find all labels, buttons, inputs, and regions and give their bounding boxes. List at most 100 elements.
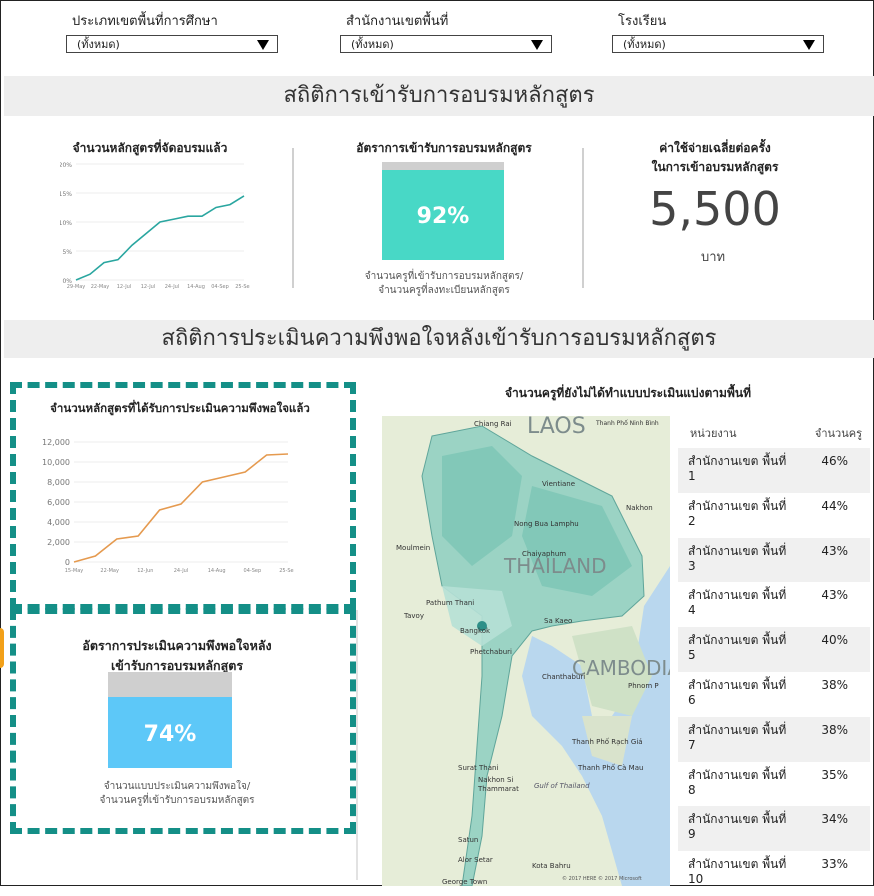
- table-cell-count: 43%: [821, 588, 848, 603]
- kpi-cost-title-line2: ในการเข้าอบรมหลักสูตร: [651, 160, 779, 174]
- table-cell-unit: สำนักงานเขต พื้นที่ 5: [688, 633, 787, 663]
- map-labels: Chiang Rai LAOS Thanh Phố Ninh Bình Vien…: [382, 416, 670, 886]
- series-line: [73, 453, 289, 563]
- filter-office-label: สำนักงานเขตพื้นที่: [346, 14, 449, 29]
- map-label: Tavoy: [404, 612, 424, 620]
- filter-office-select[interactable]: (ทั้งหมด): [340, 35, 552, 53]
- table-row[interactable]: สำนักงานเขต พื้นที่ 10 33%: [678, 851, 870, 896]
- y-tick-label: 12,000: [42, 438, 70, 447]
- attendance-gauge: 92%: [382, 162, 504, 260]
- map-label: THAILAND: [504, 554, 607, 578]
- y-tick-label: 10,000: [42, 458, 70, 467]
- y-tick-label: 10%: [60, 220, 72, 227]
- table-header-count: จำนวนครู: [814, 427, 862, 440]
- filter-office: สำนักงานเขตพื้นที่ (ทั้งหมด): [340, 10, 552, 53]
- satisfaction-note-line2: จำนวนครูที่เข้ารับการอบรมหลักสูตร: [99, 795, 255, 806]
- map-label: Nakhon Si Thammarat: [478, 776, 519, 793]
- map-label: Phetchaburi: [470, 648, 512, 656]
- satisfaction-note-line1: จำนวนแบบประเมินความพึงพอใจ/: [103, 781, 251, 792]
- kpi-cost-value: 5,500: [649, 182, 781, 236]
- table-row[interactable]: สำนักงานเขต พื้นที่ 3 43%: [678, 537, 870, 583]
- map-label: Kota Bahru: [532, 862, 571, 870]
- attendance-rate-value: 92%: [416, 204, 470, 229]
- attendance-note-line1: จำนวนครูที่เข้ารับการอบรมหลักสูตร/: [364, 271, 524, 282]
- section-title-satisfaction: สถิติการประเมินความพึงพอใจหลังเข้ารับการ…: [4, 320, 874, 358]
- table-row[interactable]: สำนักงานเขต พื้นที่ 1 46%: [678, 448, 870, 493]
- x-tick-label: 12-Jun: [137, 568, 153, 574]
- filter-area-type-select[interactable]: (ทั้งหมด): [66, 35, 278, 53]
- x-tick-label: 24-Jul: [165, 284, 179, 290]
- map-label: Bangkok: [460, 627, 491, 635]
- map-label: Nakhon: [626, 504, 653, 512]
- map-label: Thanh Phố Ninh Bình: [596, 420, 659, 427]
- map-label: CAMBODIA: [572, 656, 670, 680]
- table-cell-count: 34%: [821, 812, 848, 827]
- x-tick-label: 14-Aug: [208, 568, 226, 574]
- table-row[interactable]: สำนักงานเขต พื้นที่ 6 38%: [678, 672, 870, 717]
- table-row[interactable]: สำนักงานเขต พื้นที่ 5 40%: [678, 627, 870, 672]
- map-label: Thanh Phố Rạch Giá: [572, 738, 643, 746]
- table-cell-unit: สำนักงานเขต พื้นที่ 3: [688, 543, 787, 573]
- table-header-unit: หน่วยงาน: [690, 427, 737, 440]
- filter-school-select[interactable]: (ทั้งหมด): [612, 35, 824, 53]
- map-label: Gulf of Thailand: [534, 782, 590, 790]
- filter-area-type-value: (ทั้งหมด): [77, 38, 120, 51]
- kpi-cost-title: ค่าใช้จ่ายเฉลี่ยต่อครั้ง ในการเข้าอบรมหล…: [610, 139, 820, 177]
- table-row[interactable]: สำนักงานเขต พื้นที่ 9 34%: [678, 806, 870, 852]
- table-body: สำนักงานเขต พื้นที่ 1 46% สำนักงานเขต พื้น…: [678, 448, 870, 896]
- y-tick-label: 20%: [60, 162, 72, 169]
- kpi-cost-title-line1: ค่าใช้จ่ายเฉลี่ยต่อครั้ง: [659, 141, 771, 155]
- evaluated-line-chart: 12,000 10,000 8,000 6,000 4,000 2,000 015-May 2…: [42, 438, 294, 574]
- divider: [582, 148, 584, 288]
- table-row[interactable]: สำนักงานเขต พื้นที่ 2 44%: [678, 493, 870, 538]
- y-tick-label: 4,000: [47, 518, 70, 527]
- area-table: หน่วยงาน จำนวนครู สำนักงานเขต พื้นที่ 1 4…: [678, 412, 870, 896]
- table-cell-unit: สำนักงานเขต พื้นที่ 1: [688, 454, 787, 483]
- x-tick-label: 12-Jul: [141, 284, 155, 290]
- x-tick-label: 25-Sep: [235, 284, 250, 290]
- dropdown-arrow-icon: [257, 40, 269, 50]
- map-label: Chiang Rai: [474, 420, 512, 428]
- dropdown-arrow-icon: [803, 40, 815, 50]
- filter-office-value: (ทั้งหมด): [351, 38, 394, 51]
- map-label: Surat Thani: [458, 764, 499, 772]
- table-row[interactable]: สำนักงานเขต พื้นที่ 8 35%: [678, 762, 870, 807]
- map-label: Sa Kaeo: [544, 617, 573, 625]
- x-tick-label: 15-May: [65, 568, 84, 574]
- section-title-training: สถิติการเข้ารับการอบรมหลักสูตร: [4, 76, 874, 116]
- table-cell-count: 33%: [821, 857, 848, 872]
- satisfaction-note: จำนวนแบบประเมินความพึงพอใจ/ จำนวนครูที่เ…: [36, 780, 318, 808]
- map-label: Chanthaburi: [542, 673, 586, 681]
- map-title: จำนวนครูที่ยังไม่ได้ทำแบบประเมินแบ่งตามพ…: [505, 386, 751, 400]
- divider: [356, 610, 358, 880]
- scroll-indicator[interactable]: [0, 628, 4, 668]
- map-label: Alor Setar: [458, 856, 493, 864]
- dropdown-arrow-icon: [531, 40, 543, 50]
- kpi-attendance-title: อัตราการเข้ารับการอบรมหลักสูตร: [356, 141, 532, 155]
- table-cell-unit: สำนักงานเขต พื้นที่ 9: [688, 812, 787, 842]
- thailand-map[interactable]: Chiang Rai LAOS Thanh Phố Ninh Bình Vien…: [382, 416, 670, 886]
- filter-school: โรงเรียน (ทั้งหมด): [612, 10, 824, 53]
- table-cell-unit: สำนักงานเขต พื้นที่ 10: [688, 857, 787, 887]
- satisfaction-rate-value: 74%: [143, 722, 197, 747]
- table-row[interactable]: สำนักงานเขต พื้นที่ 4 43%: [678, 582, 870, 627]
- table-cell-unit: สำนักงานเขต พื้นที่ 4: [688, 588, 787, 618]
- filter-area-type: ประเภทเขตพื้นที่การศึกษา (ทั้งหมด): [66, 10, 278, 53]
- table-cell-count: 43%: [821, 543, 848, 558]
- satisfaction-rate-title-line1: อัตราการประเมินความพึงพอใจหลัง: [82, 638, 272, 653]
- map-attribution: © 2017 HERE © 2017 Microsoft: [562, 876, 642, 882]
- table-row[interactable]: สำนักงานเขต พื้นที่ 7 38%: [678, 716, 870, 762]
- x-tick-label: 29-May: [67, 284, 86, 290]
- x-tick-label: 04-Sep: [244, 568, 262, 574]
- satisfaction-gauge: 74%: [108, 672, 232, 768]
- map-label: Vientiane: [542, 480, 576, 488]
- table-cell-count: 38%: [821, 677, 848, 692]
- x-tick-label: 24-Jul: [174, 568, 188, 574]
- table-cell-count: 35%: [821, 767, 848, 782]
- map-label: Nong Bua Lamphu: [514, 520, 579, 528]
- map-label: Moulmein: [396, 544, 431, 552]
- map-label: Thanh Phố Cà Mau: [578, 764, 644, 772]
- map-label: Pathum Thani: [426, 599, 475, 607]
- kpi-cost-unit: บาท: [700, 250, 726, 265]
- map-label: Satun: [458, 836, 479, 844]
